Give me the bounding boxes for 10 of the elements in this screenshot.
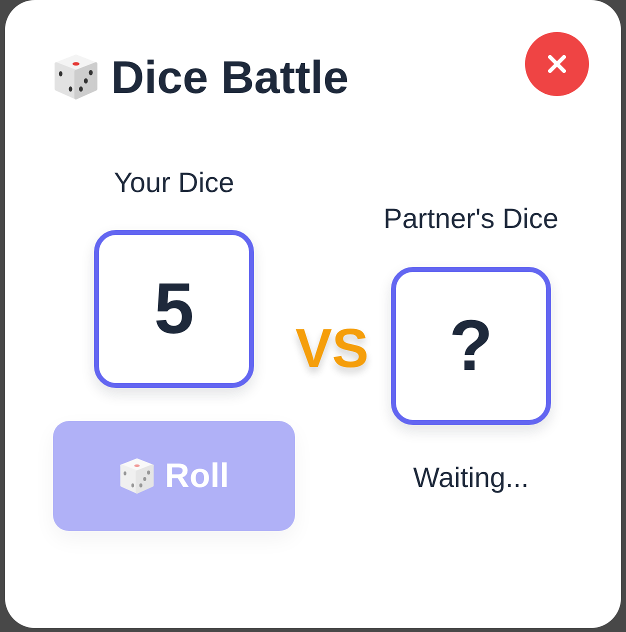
dice-icon bbox=[118, 458, 155, 494]
dice-icon bbox=[53, 54, 99, 100]
status-text: Waiting... bbox=[413, 460, 529, 494]
close-icon bbox=[547, 54, 567, 74]
player-label: Partner's Dice bbox=[384, 202, 558, 236]
dice-face: 5 bbox=[94, 230, 254, 388]
dice-face: ? bbox=[391, 266, 551, 425]
player-label: Your Dice bbox=[114, 166, 234, 200]
app-title: Dice Battle bbox=[111, 52, 349, 103]
versus-label: VS bbox=[295, 320, 369, 376]
